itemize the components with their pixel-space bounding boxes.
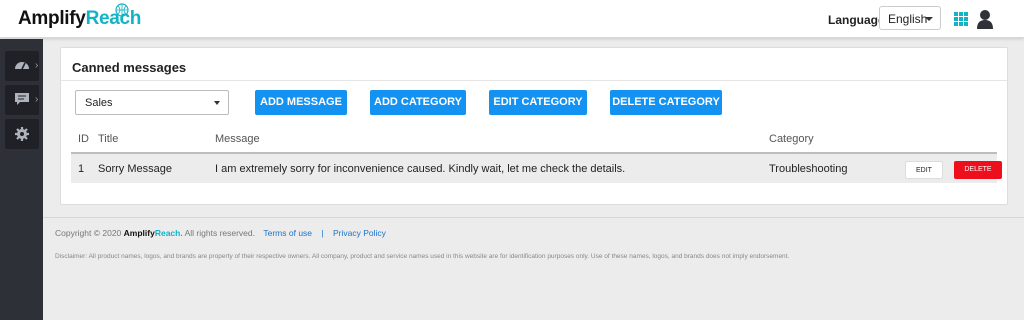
delete-category-button[interactable]: DELETE CATEGORY [610,90,722,115]
globe-icon [115,3,129,17]
column-header-message: Message [215,133,260,145]
copyright: Copyright © 2020 AmplifyReach. All right… [55,228,386,238]
category-select-value: Sales [85,97,113,109]
language-select[interactable]: English [879,6,941,30]
edit-button[interactable]: EDIT [905,161,943,179]
row-title: Sorry Message [98,163,172,175]
dashboard-icon [15,62,29,70]
delete-button[interactable]: DELETE [954,161,1002,179]
sidebar-item-dashboard[interactable]: › [5,51,39,81]
column-header-category: Category [769,133,814,145]
footer-separator: | [321,228,324,238]
row-message: I am extremely sorry for inconvenience c… [215,163,626,175]
row-id: 1 [78,163,85,175]
logo-prefix: Amplify [18,8,86,29]
terms-of-use-link[interactable]: Terms of use [263,228,312,238]
column-header-title: Title [98,133,119,145]
chevron-down-icon [925,17,933,21]
row-category: Troubleshooting [769,163,848,175]
chevron-down-icon [214,101,220,105]
add-message-button[interactable]: ADD MESSAGE [255,90,347,115]
sidebar-item-messages[interactable]: › [5,85,39,115]
user-avatar-icon[interactable] [976,8,994,30]
column-header-id: ID [78,133,89,145]
gear-icon [15,127,29,141]
chevron-right-icon: › [35,60,39,71]
sidebar: › › [0,39,43,320]
footer-divider [43,217,1024,218]
disclaimer: Disclaimer: All product names, logos, an… [55,253,790,260]
canned-messages-card: Canned messages Sales ADD MESSAGE ADD CA… [60,47,1008,205]
sidebar-item-settings[interactable] [5,119,39,149]
add-category-button[interactable]: ADD CATEGORY [370,90,466,115]
table-row: 1 Sorry Message I am extremely sorry for… [71,152,1002,183]
copyright-prefix: Copyright © 2020 [55,228,122,238]
footer-brand-accent: Reach. [154,228,183,238]
footer-brand-prefix: Amplify [123,228,155,238]
language-label: Language [828,13,885,27]
page-title: Canned messages [72,60,187,75]
divider [61,80,1007,81]
privacy-policy-link[interactable]: Privacy Policy [333,228,386,238]
top-bar: AmplifyReach Language English [0,0,1024,38]
edit-category-button[interactable]: EDIT CATEGORY [489,90,587,115]
chat-icon [15,93,29,105]
apps-grid-icon[interactable] [954,12,968,26]
language-value: English [888,12,928,26]
rights-text: All rights reserved. [184,228,255,238]
chevron-right-icon: › [35,94,39,105]
category-select[interactable]: Sales [75,90,229,115]
